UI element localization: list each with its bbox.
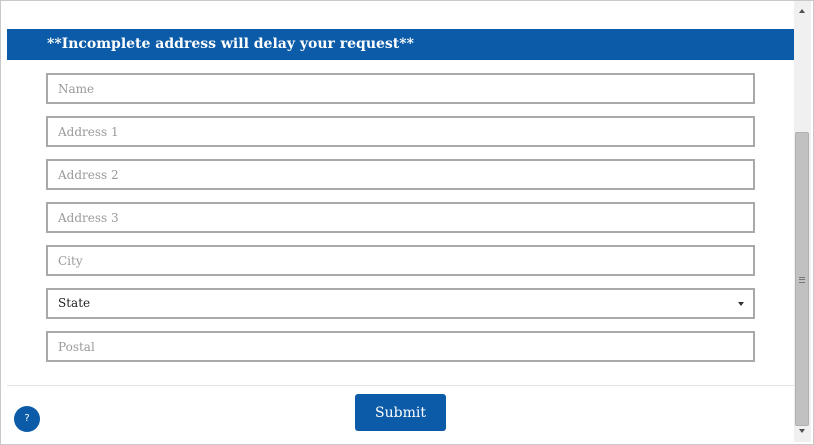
help-button[interactable]: ? [14, 406, 40, 432]
caret-down-icon [738, 302, 744, 306]
arrow-down-icon[interactable] [799, 429, 805, 433]
address1-input[interactable] [46, 116, 755, 147]
name-input[interactable] [46, 73, 755, 104]
grip-icon [799, 277, 805, 283]
postal-input[interactable] [46, 331, 755, 362]
vertical-scrollbar[interactable] [794, 1, 811, 442]
state-select-value: State [58, 296, 91, 310]
address2-input[interactable] [46, 159, 755, 190]
scrollbar-thumb[interactable] [795, 132, 809, 426]
footer-divider [7, 385, 794, 386]
city-input[interactable] [46, 245, 755, 276]
state-select[interactable]: State [46, 288, 755, 319]
submit-button[interactable]: Submit [355, 394, 446, 431]
address3-input[interactable] [46, 202, 755, 233]
arrow-up-icon[interactable] [799, 9, 805, 13]
address-warning-banner: **Incomplete address will delay your req… [7, 29, 794, 60]
